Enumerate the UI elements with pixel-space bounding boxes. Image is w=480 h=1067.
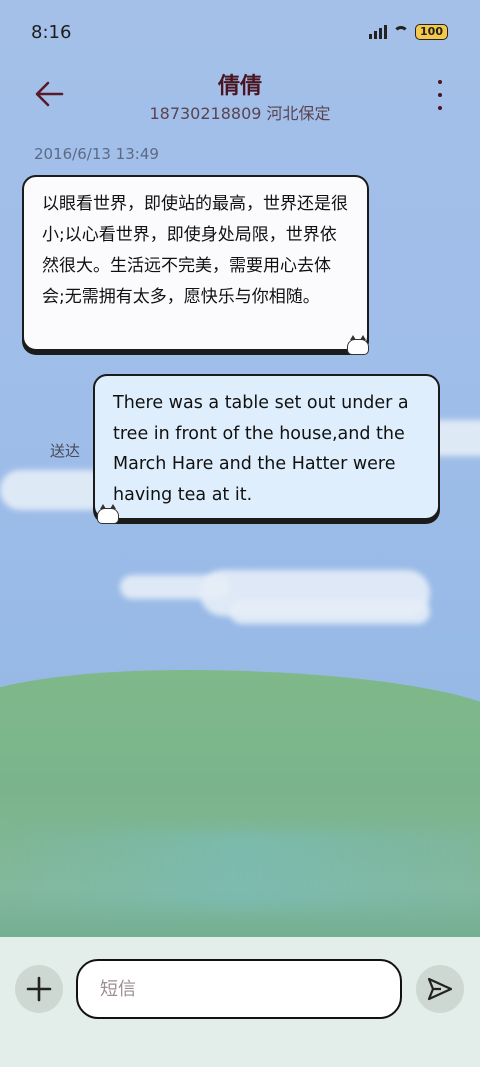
app-bar: 倩倩 18730218809 河北保定 <box>0 66 480 136</box>
status-time: 8:16 <box>31 22 72 43</box>
message-input[interactable] <box>76 959 402 1019</box>
outgoing-message-text: There was a table set out under a tree i… <box>113 393 409 505</box>
cat-sticker-icon <box>97 504 119 524</box>
battery-icon: 100 <box>415 24 448 40</box>
composer-bar <box>0 937 480 1067</box>
cloud <box>230 600 430 624</box>
contact-name: 倩倩 <box>217 74 262 99</box>
signal-icon <box>369 25 388 39</box>
cat-sticker-icon <box>347 335 369 355</box>
contact-number-location: 18730218809 河北保定 <box>149 104 331 123</box>
plus-icon[interactable] <box>15 965 63 1013</box>
send-icon[interactable] <box>416 965 464 1013</box>
message-timestamp: 2016/6/13 13:49 <box>34 145 159 163</box>
incoming-message-bubble[interactable]: 以眼看世界，即使站的最高，世界还是很小;以心看世界，即使身处局限，世界依然很大。… <box>22 175 369 355</box>
incoming-message-text: 以眼看世界，即使站的最高，世界还是很小;以心看世界，即使身处局限，世界依然很大。… <box>42 194 348 307</box>
system-icons: 100 <box>369 24 448 40</box>
wifi-icon <box>393 26 410 38</box>
cloud <box>120 575 230 599</box>
grass-shade <box>0 830 480 910</box>
outgoing-message-bubble[interactable]: There was a table set out under a tree i… <box>93 374 440 524</box>
status-bar: 8:16 100 <box>0 0 480 66</box>
more-vertical-icon[interactable] <box>430 80 450 110</box>
delivery-status: 送达 <box>50 442 81 460</box>
